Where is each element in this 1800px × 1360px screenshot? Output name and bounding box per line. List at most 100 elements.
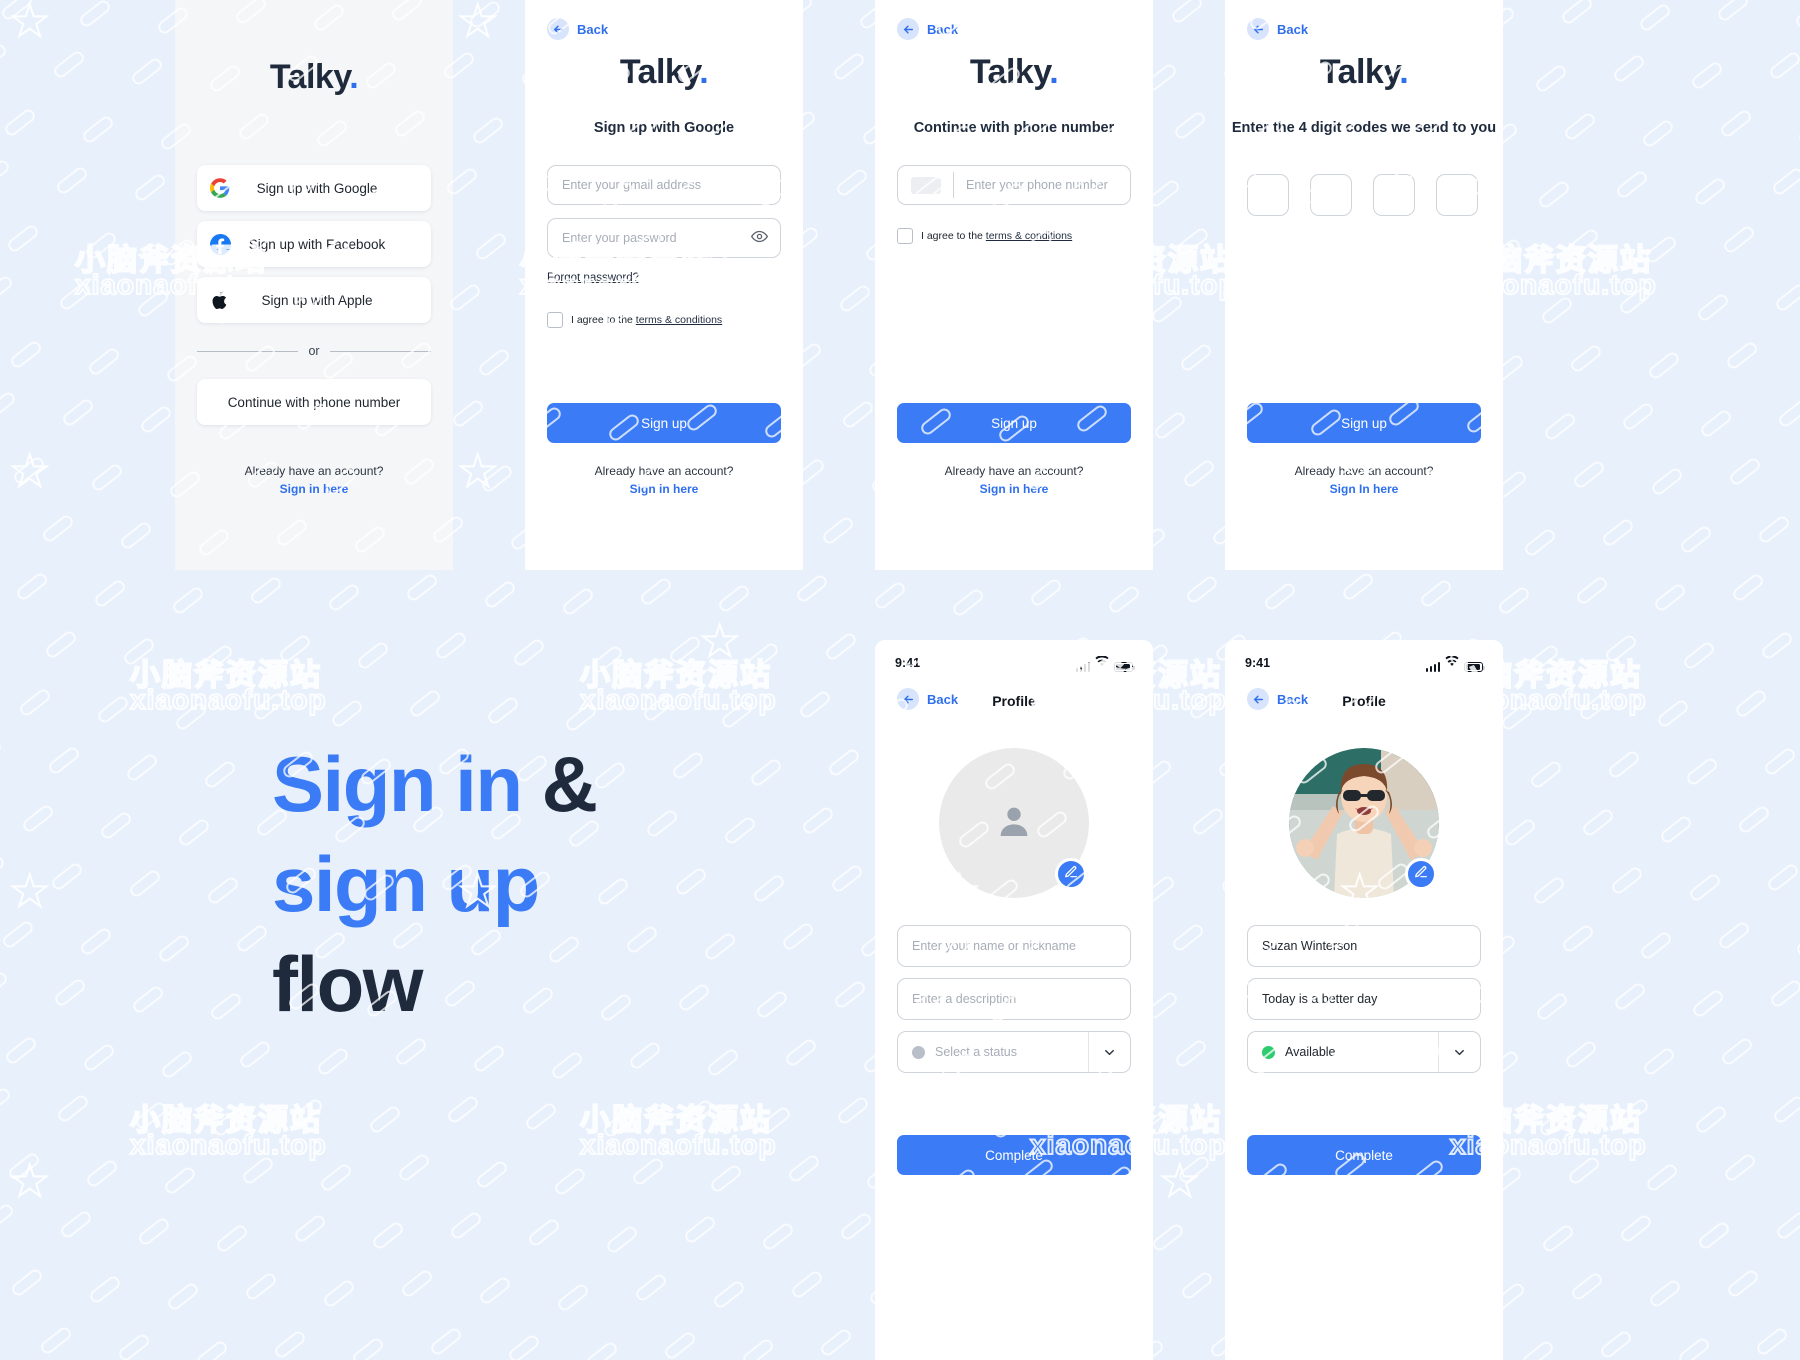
back-label: Back [1277, 691, 1309, 707]
back-button[interactable]: Back [897, 18, 958, 40]
terms-prefix: I agree to the [571, 314, 636, 326]
country-code-box[interactable] [911, 176, 941, 194]
signup-apple-button[interactable]: Sign up with Apple [197, 277, 431, 323]
brand-text: Talky [269, 58, 350, 96]
cellular-icon [1425, 662, 1440, 672]
status-indicators [1075, 654, 1135, 672]
avatar-block [939, 748, 1089, 898]
screen-profile-empty: 9:41 Back Profile Enter your name or nic… [875, 640, 1153, 1360]
account-prompt: Already have an account? Sign in here [875, 464, 1153, 496]
brand-logo: Talky. [1225, 53, 1503, 92]
field-divider [953, 172, 954, 198]
status-indicators [1425, 654, 1485, 672]
signup-google-button[interactable]: Sign up with Google [197, 165, 431, 211]
terms-label: I agree to the terms & conditions [571, 314, 722, 326]
terms-checkbox[interactable] [547, 312, 563, 328]
description-field[interactable]: Today is a better day [1247, 978, 1481, 1020]
name-value: Suzan Winterson [1262, 939, 1358, 953]
person-placeholder-icon [994, 801, 1034, 846]
back-button[interactable]: Back [1247, 688, 1308, 710]
complete-label: Complete [1335, 1147, 1393, 1163]
otp-digit-1[interactable] [1247, 174, 1289, 216]
back-button[interactable]: Back [897, 688, 958, 710]
signup-label: Sign up [1341, 415, 1387, 431]
divider-label: or [308, 344, 320, 358]
google-icon [197, 178, 243, 198]
pencil-icon [1064, 865, 1078, 884]
poster-canvas: ★★★★★★★★★★★★★小脑斧资源站xiaonaofu.top小脑斧资源站xi… [0, 0, 1800, 1360]
complete-button[interactable]: Complete [1247, 1135, 1481, 1175]
password-field[interactable]: Enter your password [547, 218, 781, 258]
signup-facebook-button[interactable]: Sign up with Facebook [197, 221, 431, 267]
divider-line-left [197, 350, 299, 352]
signin-link[interactable]: Sign in here [175, 482, 453, 496]
account-question: Already have an account? [1294, 464, 1434, 478]
complete-button[interactable]: Complete [897, 1135, 1131, 1175]
chevron-down-icon[interactable] [1088, 1032, 1130, 1072]
forgot-password-link[interactable]: Forgot password? [547, 272, 639, 284]
signin-link[interactable]: Sign in here [525, 482, 803, 496]
page-subtitle: Enter the 4 digit codes we send to you [1231, 120, 1497, 136]
description-placeholder: Enter a description [912, 992, 1017, 1006]
hero-heading: Sign in & sign up flow [272, 735, 598, 1034]
description-field[interactable]: Enter a description [897, 978, 1131, 1020]
page-subtitle: Continue with phone number [913, 120, 1115, 136]
brand-logo: Talky. [875, 53, 1153, 92]
continue-phone-button[interactable]: Continue with phone number [197, 379, 431, 425]
eye-icon[interactable] [750, 228, 769, 248]
apple-icon [197, 290, 243, 311]
facebook-icon [197, 233, 243, 255]
name-field[interactable]: Enter your name or nickname [897, 925, 1131, 967]
account-prompt: Already have an account? Sign In here [1225, 464, 1503, 496]
arrow-left-icon [1247, 688, 1269, 710]
signup-apple-label: Sign up with Apple [261, 292, 373, 308]
complete-label: Complete [985, 1147, 1043, 1163]
otp-digit-3[interactable] [1373, 174, 1415, 216]
account-question: Already have an account? [944, 464, 1084, 478]
signin-link[interactable]: Sign In here [1225, 482, 1503, 496]
signup-google-label: Sign up with Google [256, 180, 378, 196]
terms-link[interactable]: terms & conditions [986, 230, 1072, 242]
hero-line-1a: Sign in [272, 740, 542, 828]
status-select[interactable]: Select a status [897, 1031, 1131, 1073]
terms-link[interactable]: terms & conditions [636, 314, 722, 326]
phone-field[interactable]: Enter your phone number [897, 165, 1131, 205]
wifi-icon [1095, 654, 1109, 672]
name-field[interactable]: Suzan Winterson [1247, 925, 1481, 967]
terms-checkbox-row[interactable]: I agree to the terms & conditions [547, 312, 722, 328]
status-time: 9:41 [895, 656, 921, 670]
back-button[interactable]: Back [1247, 18, 1308, 40]
brand-dot: . [1399, 53, 1409, 91]
email-field[interactable]: Enter your gmail address [547, 165, 781, 205]
signin-link[interactable]: Sign in here [875, 482, 1153, 496]
terms-checkbox-row[interactable]: I agree to the terms & conditions [897, 228, 1072, 244]
status-select[interactable]: Available [1247, 1031, 1481, 1073]
terms-prefix: I agree to the [921, 230, 986, 242]
status-time: 9:41 [1245, 656, 1271, 670]
signup-button[interactable]: Sign up [547, 403, 781, 443]
back-label: Back [927, 21, 959, 37]
password-placeholder: Enter your password [562, 231, 677, 245]
back-button[interactable]: Back [547, 18, 608, 40]
otp-digit-4[interactable] [1436, 174, 1478, 216]
terms-checkbox[interactable] [897, 228, 913, 244]
brand-logo: Talky. [525, 53, 803, 92]
brand-dot: . [349, 58, 359, 96]
signup-button[interactable]: Sign up [897, 403, 1131, 443]
screen-signup-options: Talky. Sign up with Google Sign up with … [175, 0, 453, 570]
page-subtitle: Sign up with Google [593, 120, 735, 136]
chevron-down-icon[interactable] [1438, 1032, 1480, 1072]
otp-digit-2[interactable] [1310, 174, 1352, 216]
edit-avatar-button[interactable] [1405, 858, 1437, 890]
edit-avatar-button[interactable] [1055, 858, 1087, 890]
status-bar: 9:41 [895, 654, 1135, 672]
account-prompt: Already have an account? Sign in here [525, 464, 803, 496]
battery-icon [1464, 662, 1485, 672]
signup-button[interactable]: Sign up [1247, 403, 1481, 443]
hero-ampersand: & [541, 740, 598, 828]
brand-text: Talky [1319, 53, 1400, 91]
continue-phone-label: Continue with phone number [227, 394, 401, 410]
status-placeholder: Select a status [935, 1045, 1017, 1059]
arrow-left-icon [897, 688, 919, 710]
screen-verify-code: Back Talky. Enter the 4 digit codes we s… [1225, 0, 1503, 570]
